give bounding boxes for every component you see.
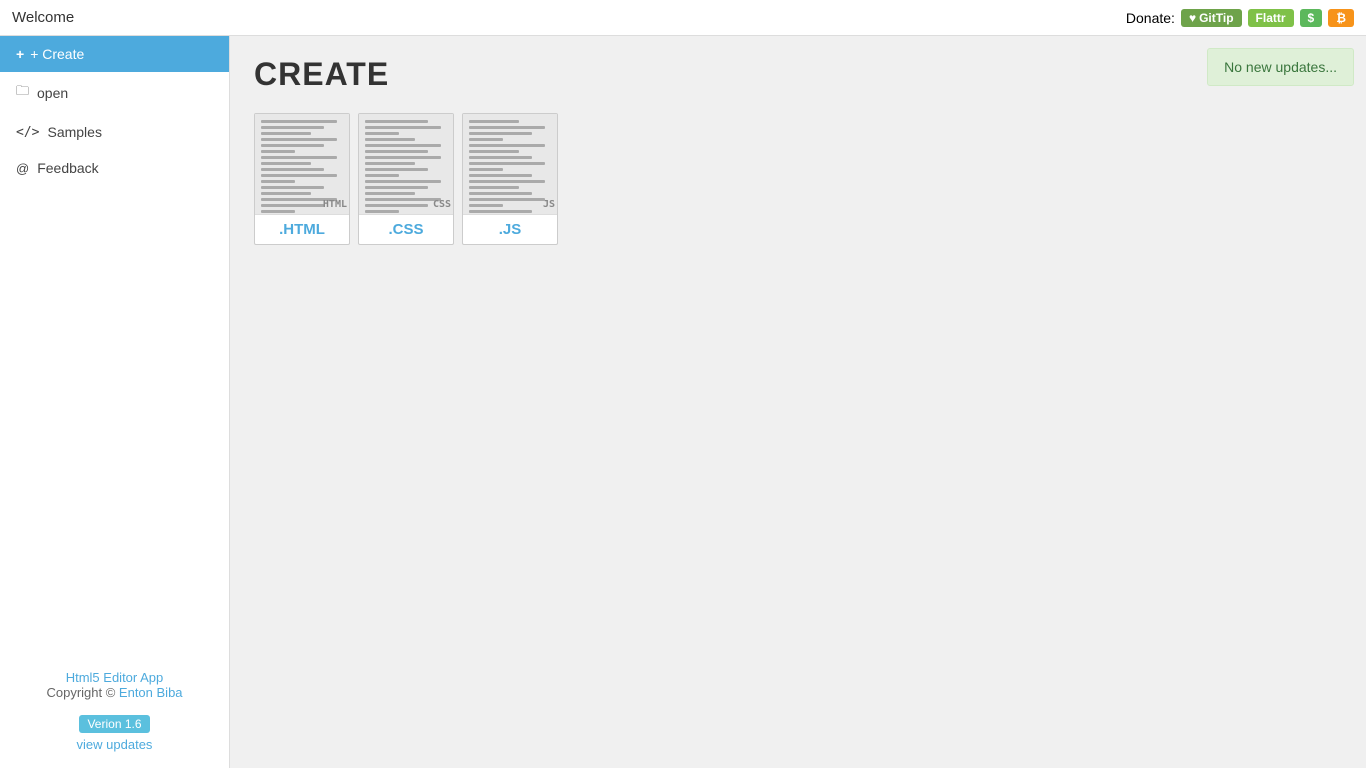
donate-label: Donate: [1126, 10, 1175, 26]
file-type-cards: HTML .HTML [254, 113, 1342, 245]
topbar: Welcome Donate: ♥ GitTip Flattr $ ₿ [0, 0, 1366, 36]
sidebar-item-open[interactable]: 🗀 open [0, 72, 229, 114]
no-updates-text: No new updates... [1224, 59, 1337, 75]
js-tag: JS [543, 199, 555, 210]
create-label: + Create [30, 46, 84, 62]
sidebar-footer: Html5 Editor App Copyright © Enton Biba … [0, 654, 229, 768]
plus-icon: + [16, 46, 24, 62]
html-label: .HTML [255, 214, 349, 244]
copyright-line: Copyright © Enton Biba [16, 685, 213, 700]
html-tag: HTML [323, 199, 347, 210]
css-tag: CSS [433, 199, 451, 210]
folder-icon: 🗀 [16, 82, 29, 104]
flattr-label: Flattr [1256, 11, 1286, 25]
html-file-card[interactable]: HTML .HTML [254, 113, 350, 245]
author-link[interactable]: Enton Biba [119, 685, 183, 700]
sidebar: + + Create 🗀 open </> Samples @ Feedback… [0, 36, 230, 768]
css-preview: CSS [359, 114, 454, 214]
sidebar-samples-label: Samples [47, 124, 101, 140]
no-updates-banner: No new updates... [1207, 48, 1354, 86]
dollar-label: $ [1308, 11, 1315, 25]
sidebar-item-feedback[interactable]: @ Feedback [0, 150, 229, 186]
bitcoin-label: ₿ [1336, 11, 1346, 25]
page-title: CREATE [254, 56, 1342, 93]
bitcoin-button[interactable]: ₿ [1328, 9, 1354, 27]
js-label: .JS [463, 214, 557, 244]
at-icon: @ [16, 161, 29, 176]
gittip-button[interactable]: ♥ GitTip [1181, 9, 1242, 27]
dollar-button[interactable]: $ [1300, 9, 1323, 27]
js-preview: JS [463, 114, 558, 214]
main-content: CREATE [230, 36, 1366, 768]
code-icon: </> [16, 125, 39, 140]
app-title: Welcome [12, 9, 74, 26]
view-updates-link[interactable]: view updates [16, 737, 213, 752]
create-button[interactable]: + + Create [0, 36, 229, 72]
css-file-card[interactable]: CSS .CSS [358, 113, 454, 245]
sidebar-item-samples[interactable]: </> Samples [0, 114, 229, 150]
gittip-label: GitTip [1199, 11, 1233, 25]
layout: + + Create 🗀 open </> Samples @ Feedback… [0, 36, 1366, 768]
version-badge: Verion 1.6 [79, 715, 149, 733]
flattr-button[interactable]: Flattr [1248, 9, 1294, 27]
sidebar-open-label: open [37, 85, 68, 101]
app-name-link[interactable]: Html5 Editor App [66, 670, 164, 685]
js-file-card[interactable]: JS .JS [462, 113, 558, 245]
gittip-icon: ♥ [1189, 11, 1196, 25]
copyright-text: Copyright © [46, 685, 115, 700]
css-label: .CSS [359, 214, 453, 244]
sidebar-feedback-label: Feedback [37, 160, 98, 176]
html-preview: HTML [255, 114, 350, 214]
donate-area: Donate: ♥ GitTip Flattr $ ₿ [1126, 9, 1354, 27]
